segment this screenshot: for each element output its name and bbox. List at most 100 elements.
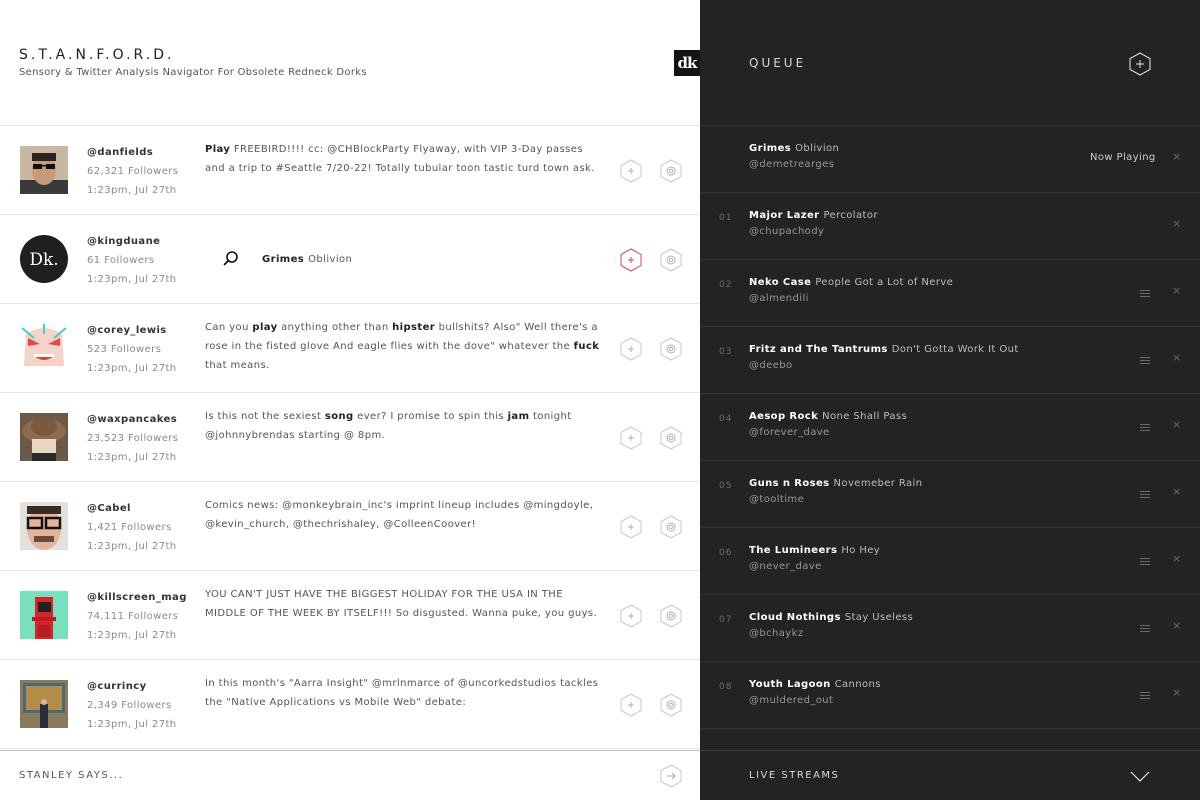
svg-text:Dk.: Dk. bbox=[29, 250, 58, 270]
tweet-feed: @danfields 62,321 Followers 1:23pm, Jul … bbox=[0, 126, 700, 749]
message-keyword: jam bbox=[507, 411, 530, 422]
queue-title-text: Don't Gotta Work It Out bbox=[891, 344, 1019, 355]
add-to-queue-button[interactable] bbox=[620, 248, 642, 272]
drag-handle-icon[interactable] bbox=[1140, 357, 1150, 364]
message-keyword: play bbox=[252, 322, 278, 333]
drag-handle-icon[interactable] bbox=[1140, 491, 1150, 498]
tweet-handle[interactable]: @waxpancakes bbox=[87, 410, 178, 429]
tweet-handle[interactable]: @kingduane bbox=[87, 232, 177, 251]
queue-artist: Neko Case bbox=[749, 277, 812, 288]
close-icon[interactable]: × bbox=[1172, 485, 1181, 498]
queue-item[interactable]: 08 Youth Lagoon Cannons @muldered_out × bbox=[700, 662, 1200, 729]
avatar[interactable] bbox=[20, 413, 68, 461]
queue-item[interactable]: 04 Aesop Rock None Shall Pass @forever_da… bbox=[700, 394, 1200, 461]
target-button[interactable] bbox=[660, 693, 682, 717]
close-icon[interactable]: × bbox=[1172, 619, 1181, 632]
tweet-meta: @danfields 62,321 Followers 1:23pm, Jul … bbox=[87, 143, 178, 200]
queue-title-text: Stay Useless bbox=[844, 612, 914, 623]
now-playing-label: Now Playing bbox=[1090, 152, 1156, 163]
add-to-queue-button[interactable] bbox=[620, 693, 642, 717]
avatar[interactable] bbox=[20, 680, 68, 728]
avatar[interactable]: Dk. bbox=[20, 235, 68, 283]
timestamp: 1:23pm, Jul 27th bbox=[87, 274, 177, 285]
tweet-meta: @corey_lewis 523 Followers 1:23pm, Jul 2… bbox=[87, 321, 177, 378]
app-title: S.T.A.N.F.O.R.D. bbox=[19, 47, 175, 63]
queue-title-text: Ho Hey bbox=[841, 545, 881, 556]
add-to-queue-button[interactable] bbox=[1129, 52, 1151, 76]
follower-count: 74,111 Followers bbox=[87, 611, 179, 622]
app-header: S.T.A.N.F.O.R.D. Sensory & Twitter Analy… bbox=[0, 0, 700, 126]
target-button[interactable] bbox=[660, 515, 682, 539]
drag-handle-icon[interactable] bbox=[1140, 558, 1150, 565]
close-icon[interactable]: × bbox=[1172, 418, 1181, 431]
plus-hex-icon bbox=[620, 159, 642, 183]
add-to-queue-button[interactable] bbox=[620, 159, 642, 183]
avatar[interactable] bbox=[20, 146, 68, 194]
target-button[interactable] bbox=[660, 604, 682, 628]
queue-item[interactable]: 01 Major Lazer Percolator @chupachody × bbox=[700, 193, 1200, 260]
tweet-handle[interactable]: @Cabel bbox=[87, 499, 177, 518]
queue-item[interactable]: 06 The Lumineers Ho Hey @never_dave × bbox=[700, 528, 1200, 595]
target-button[interactable] bbox=[660, 337, 682, 361]
tweet-handle[interactable]: @corey_lewis bbox=[87, 321, 177, 340]
target-hex-icon bbox=[660, 248, 682, 272]
queue-item[interactable]: 02 Neko Case People Got a Lot of Nerve @a… bbox=[700, 260, 1200, 327]
app-subtitle: Sensory & Twitter Analysis Navigator For… bbox=[19, 67, 367, 78]
add-to-queue-button[interactable] bbox=[620, 337, 642, 361]
timestamp: 1:23pm, Jul 27th bbox=[87, 541, 177, 552]
add-to-queue-button[interactable] bbox=[620, 604, 642, 628]
message-text: In this month's "Aarra Insight" @mrlnmar… bbox=[205, 678, 599, 708]
message-text: YOU CAN'T JUST HAVE THE BIGGEST HOLIDAY … bbox=[205, 589, 598, 619]
tweet-row: @Cabel 1,421 Followers 1:23pm, Jul 27th … bbox=[0, 482, 700, 571]
close-icon[interactable]: × bbox=[1172, 686, 1181, 699]
message-text: anything other than bbox=[277, 322, 393, 333]
close-icon[interactable]: × bbox=[1172, 150, 1181, 163]
song-search-result[interactable]: Grimes Oblivion bbox=[222, 250, 352, 268]
queue-song: Neko Case People Got a Lot of Nerve bbox=[749, 277, 953, 288]
add-to-queue-button[interactable] bbox=[620, 515, 642, 539]
plus-hex-icon bbox=[620, 248, 642, 272]
close-icon[interactable]: × bbox=[1172, 552, 1181, 565]
avatar[interactable] bbox=[20, 591, 68, 639]
close-icon[interactable]: × bbox=[1172, 217, 1181, 230]
tweet-meta: @waxpancakes 23,523 Followers 1:23pm, Ju… bbox=[87, 410, 178, 467]
target-hex-icon bbox=[660, 159, 682, 183]
drag-handle-icon[interactable] bbox=[1140, 424, 1150, 431]
drag-handle-icon[interactable] bbox=[1140, 625, 1150, 632]
add-to-queue-button[interactable] bbox=[620, 426, 642, 450]
drag-handle-icon[interactable] bbox=[1140, 290, 1150, 297]
queue-title-text: Cannons bbox=[834, 679, 881, 690]
result-song: Oblivion bbox=[308, 253, 353, 265]
queue-song: The Lumineers Ho Hey bbox=[749, 545, 880, 556]
target-button[interactable] bbox=[660, 248, 682, 272]
message-text: Comics news: @monkeybrain_inc's imprint … bbox=[205, 500, 594, 530]
queue-list: Grimes Oblivion @demetrearges Now Playing… bbox=[700, 126, 1200, 729]
queue-number: 05 bbox=[719, 481, 733, 491]
follower-count: 1,421 Followers bbox=[87, 522, 172, 533]
live-streams-bar[interactable]: LIVE STREAMS bbox=[700, 750, 1200, 800]
close-icon[interactable]: × bbox=[1172, 284, 1181, 297]
target-button[interactable] bbox=[660, 159, 682, 183]
stanley-says-bar[interactable]: STANLEY SAYS... bbox=[0, 750, 700, 800]
queue-item[interactable]: 05 Guns n Roses Novemeber Rain @tooltime … bbox=[700, 461, 1200, 528]
close-icon[interactable]: × bbox=[1172, 351, 1181, 364]
queue-song: Major Lazer Percolator bbox=[749, 210, 878, 221]
queue-item[interactable]: 07 Cloud Nothings Stay Useless @bchaykz × bbox=[700, 595, 1200, 662]
chevron-down-icon[interactable] bbox=[1130, 768, 1150, 782]
arrow-right-icon[interactable] bbox=[660, 764, 682, 788]
tweet-handle[interactable]: @killscreen_mag bbox=[87, 588, 187, 607]
target-hex-icon bbox=[660, 515, 682, 539]
queue-now-playing[interactable]: Grimes Oblivion @demetrearges Now Playing… bbox=[700, 126, 1200, 193]
target-button[interactable] bbox=[660, 426, 682, 450]
plus-hex-icon bbox=[620, 426, 642, 450]
queue-artist: Youth Lagoon bbox=[749, 679, 831, 690]
tweet-handle[interactable]: @danfields bbox=[87, 143, 178, 162]
drag-handle-icon[interactable] bbox=[1140, 692, 1150, 699]
avatar[interactable] bbox=[20, 324, 68, 372]
tweet-handle[interactable]: @currincy bbox=[87, 677, 177, 696]
queue-number: 01 bbox=[719, 213, 733, 223]
tweet-message: Can you play anything other than hipster… bbox=[205, 318, 605, 375]
avatar[interactable] bbox=[20, 502, 68, 550]
follower-count: 2,349 Followers bbox=[87, 700, 172, 711]
queue-item[interactable]: 03 Fritz and The Tantrums Don't Gotta Wor… bbox=[700, 327, 1200, 394]
